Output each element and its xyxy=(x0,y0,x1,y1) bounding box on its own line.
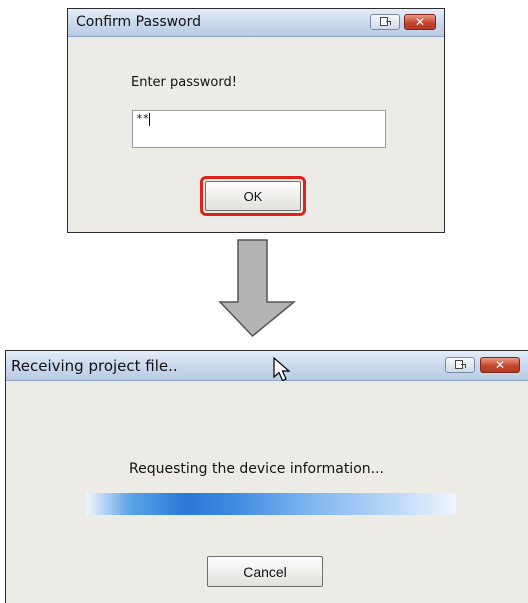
close-button[interactable]: ✕ xyxy=(480,357,520,373)
password-value: ** xyxy=(136,112,150,125)
password-prompt: Enter password! xyxy=(131,75,237,90)
confirm-password-titlebar[interactable]: Confirm Password ✕ xyxy=(68,9,444,37)
confirm-password-dialog: Confirm Password ✕ Enter password! ** OK xyxy=(67,8,445,233)
confirm-password-title: Confirm Password xyxy=(76,14,202,30)
password-field[interactable]: ** xyxy=(132,110,386,148)
close-icon: ✕ xyxy=(414,15,426,29)
restore-button[interactable] xyxy=(445,357,475,373)
status-message: Requesting the device information... xyxy=(129,461,384,477)
receiving-project-title: Receiving project file.. xyxy=(11,357,178,375)
close-icon: ✕ xyxy=(494,358,506,372)
restore-icon xyxy=(380,17,391,26)
mouse-cursor-icon xyxy=(273,357,291,382)
ok-button[interactable]: OK xyxy=(205,181,301,211)
restore-icon xyxy=(455,360,466,369)
restore-button[interactable] xyxy=(370,14,400,30)
cancel-button[interactable]: Cancel xyxy=(207,556,323,587)
progress-bar xyxy=(86,493,456,515)
receiving-project-dialog: Receiving project file.. ✕ Requesting th… xyxy=(5,350,528,603)
down-arrow-icon xyxy=(218,239,296,338)
text-caret xyxy=(149,113,151,126)
receiving-project-titlebar[interactable]: Receiving project file.. ✕ xyxy=(6,351,528,382)
close-button[interactable]: ✕ xyxy=(404,14,436,30)
